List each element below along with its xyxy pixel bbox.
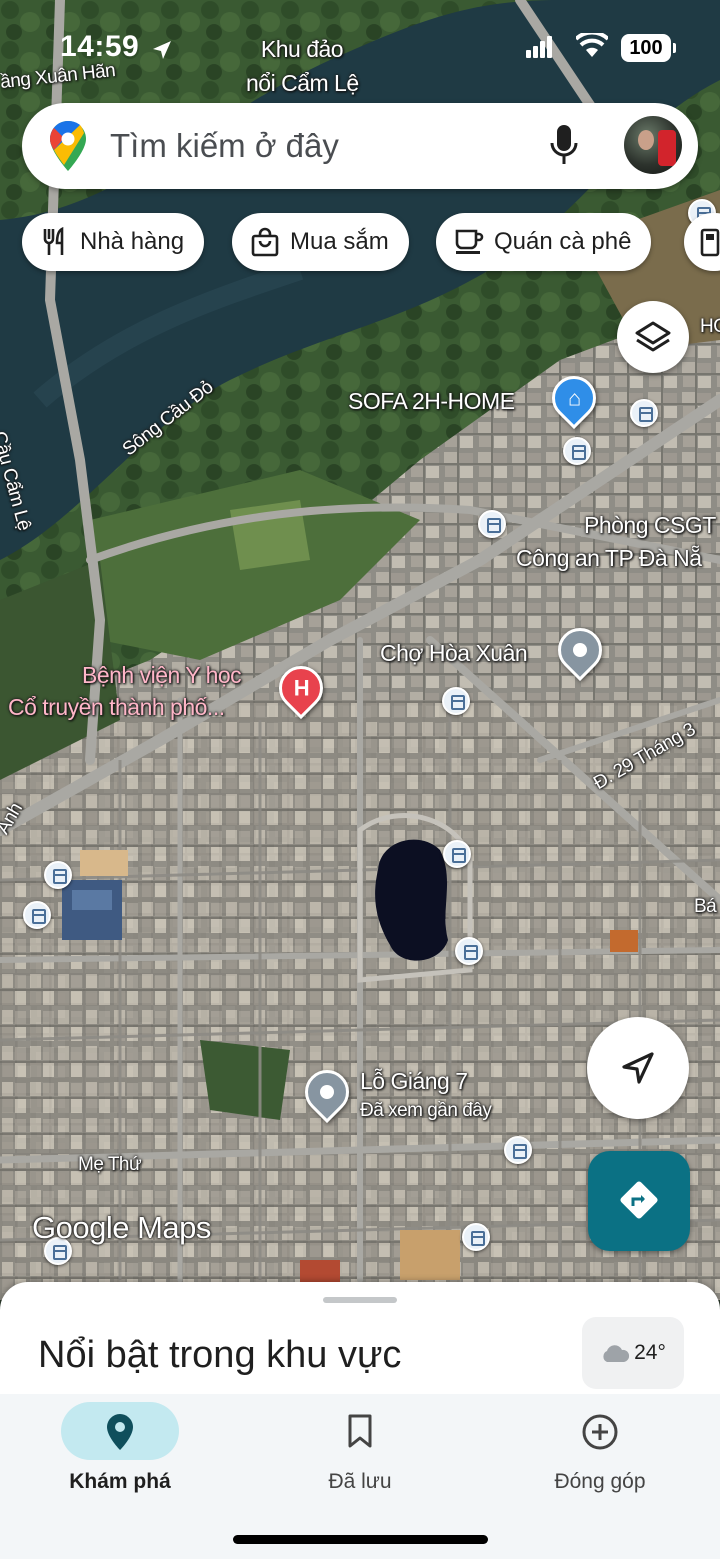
map-label-recent: Đã xem gần đây bbox=[360, 1100, 492, 1121]
bus-stop-icon[interactable] bbox=[442, 687, 470, 715]
nav-label: Đóng góp bbox=[554, 1470, 646, 1493]
bus-stop-icon[interactable] bbox=[443, 840, 471, 868]
explore-pin-icon bbox=[107, 1414, 133, 1450]
wifi-icon bbox=[576, 33, 608, 57]
chip-restaurants[interactable]: Nhà hàng bbox=[22, 213, 205, 271]
user-avatar[interactable] bbox=[624, 116, 682, 174]
bus-stop-icon[interactable] bbox=[630, 399, 658, 427]
status-bar: 14:59 100 bbox=[0, 26, 720, 70]
map-label-sofa[interactable]: SOFA 2H-HOME bbox=[348, 388, 515, 415]
directions-icon bbox=[620, 1181, 658, 1219]
chip-shopping[interactable]: Mua sắm bbox=[232, 213, 409, 271]
bus-stop-icon[interactable] bbox=[478, 510, 506, 538]
nav-explore[interactable]: Khám phá bbox=[0, 1394, 240, 1524]
microphone-icon[interactable] bbox=[550, 125, 578, 167]
nav-contribute[interactable]: Đóng góp bbox=[480, 1394, 720, 1524]
layers-icon bbox=[635, 321, 671, 352]
shopping-bag-icon bbox=[251, 227, 279, 257]
sheet-drag-handle[interactable] bbox=[323, 1297, 397, 1303]
cloud-icon bbox=[603, 1345, 630, 1362]
weather-badge[interactable]: 24° bbox=[582, 1317, 684, 1389]
map-label-hospital-2[interactable]: Cổ truyền thành phố... bbox=[8, 694, 225, 721]
bottom-sheet[interactable]: Nổi bật trong khu vực 24° bbox=[0, 1282, 720, 1402]
bus-stop-icon[interactable] bbox=[504, 1136, 532, 1164]
navigation-arrow-icon bbox=[622, 1052, 654, 1084]
chip-label: Mua sắm bbox=[290, 228, 389, 255]
map-label-police-2[interactable]: Công an TP Đà Nẵ bbox=[516, 545, 702, 572]
google-maps-logo-icon bbox=[50, 121, 86, 171]
bus-stop-icon[interactable] bbox=[23, 901, 51, 929]
restaurant-icon bbox=[43, 227, 64, 255]
bus-stop-icon[interactable] bbox=[563, 437, 591, 465]
add-circle-icon bbox=[582, 1414, 618, 1450]
chip-coffee[interactable]: Quán cà phê bbox=[436, 213, 652, 271]
nav-label: Khám phá bbox=[69, 1470, 171, 1493]
my-location-button[interactable] bbox=[587, 1017, 689, 1119]
status-time: 14:59 bbox=[60, 30, 140, 63]
coffee-icon bbox=[455, 229, 484, 254]
bookmark-icon bbox=[348, 1414, 372, 1448]
directions-button[interactable] bbox=[588, 1151, 690, 1251]
location-arrow-icon bbox=[153, 41, 171, 59]
chip-label: Nhà hàng bbox=[80, 228, 185, 255]
bus-stop-icon[interactable] bbox=[44, 861, 72, 889]
map-label-market[interactable]: Chợ Hòa Xuân bbox=[380, 640, 528, 667]
map-label-me-thu: Mẹ Thứ bbox=[78, 1154, 142, 1175]
google-maps-watermark: Google Maps bbox=[32, 1210, 211, 1245]
chip-label: Quán cà phê bbox=[494, 228, 632, 255]
layers-button[interactable] bbox=[617, 301, 689, 373]
home-indicator[interactable] bbox=[233, 1535, 488, 1544]
map-label-lo-giang[interactable]: Lỗ Giáng 7 bbox=[360, 1068, 468, 1095]
search-bar[interactable]: Tìm kiếm ở đây bbox=[22, 103, 698, 189]
map-label-hospital-1[interactable]: Bệnh viện Y học bbox=[82, 662, 242, 689]
nav-saved[interactable]: Đã lưu bbox=[240, 1394, 480, 1524]
gas-station-icon bbox=[700, 228, 720, 257]
bus-stop-icon[interactable] bbox=[462, 1223, 490, 1251]
map-label-edge-right-2: Bá bbox=[694, 896, 717, 917]
map-label-police-1[interactable]: Phòng CSGT bbox=[584, 512, 716, 539]
nav-label: Đã lưu bbox=[328, 1470, 392, 1493]
battery-indicator: 100 bbox=[621, 34, 676, 62]
map-label-edge-right: HO bbox=[700, 316, 720, 337]
sheet-title: Nổi bật trong khu vực bbox=[38, 1334, 402, 1376]
search-input[interactable]: Tìm kiếm ở đây bbox=[110, 127, 339, 165]
cellular-signal-icon bbox=[526, 36, 552, 58]
bus-stop-icon[interactable] bbox=[455, 937, 483, 965]
weather-temperature: 24° bbox=[634, 1341, 666, 1364]
